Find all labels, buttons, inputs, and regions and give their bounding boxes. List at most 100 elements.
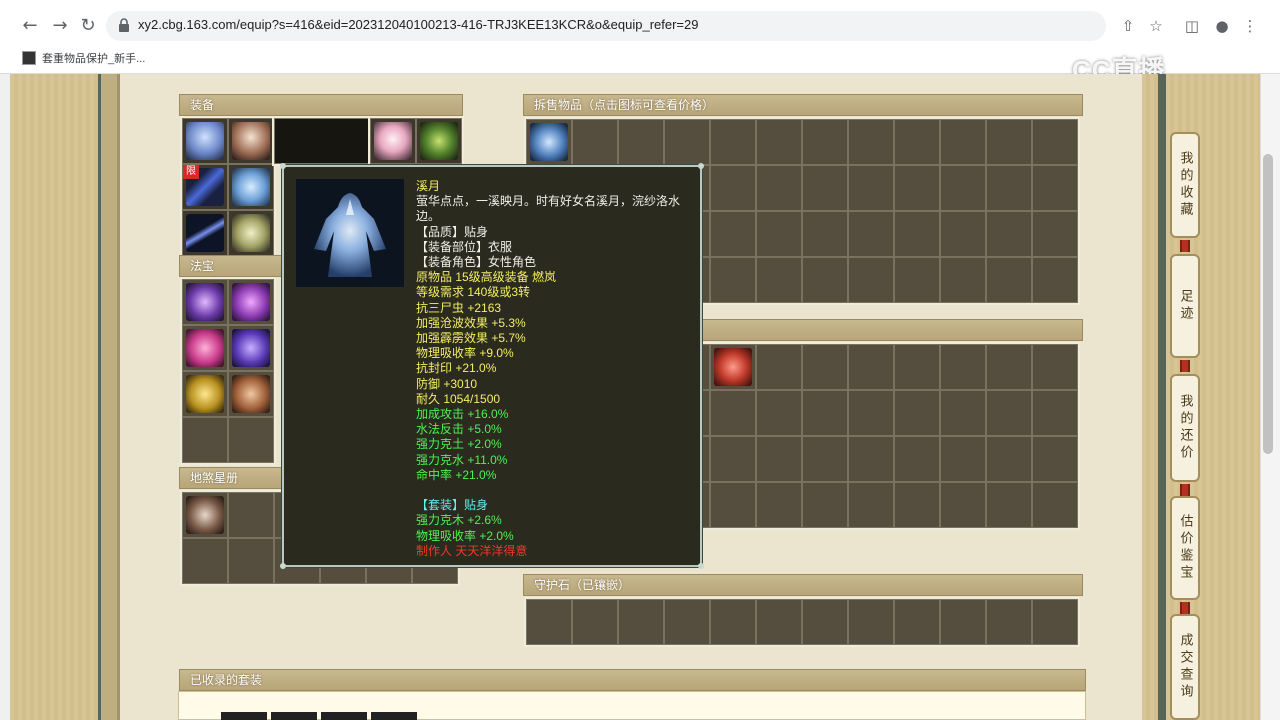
item-slot[interactable] <box>756 165 802 211</box>
staff-item-icon[interactable] <box>530 123 568 161</box>
item-slot[interactable] <box>710 482 756 528</box>
side-tab-appraisal[interactable]: 估价鉴宝 <box>1170 496 1200 600</box>
fabao-slot[interactable] <box>228 325 274 371</box>
item-slot[interactable] <box>848 344 894 390</box>
side-tab-deals[interactable]: 成交查询 <box>1170 614 1200 720</box>
suit-thumb[interactable] <box>321 712 367 720</box>
disha-slot[interactable] <box>182 538 228 584</box>
item-slot[interactable] <box>756 599 802 645</box>
item-slot[interactable] <box>894 211 940 257</box>
equip-slot[interactable] <box>416 118 462 164</box>
fabao-item-icon[interactable] <box>232 329 270 367</box>
necklace-item-icon[interactable] <box>232 122 270 160</box>
fabao-item-icon[interactable] <box>186 375 224 413</box>
item-slot[interactable] <box>894 599 940 645</box>
item-slot[interactable] <box>894 119 940 165</box>
boots-item-icon[interactable] <box>232 214 270 252</box>
item-slot[interactable] <box>1032 344 1078 390</box>
item-slot[interactable] <box>986 119 1032 165</box>
sidepanel-icon[interactable]: ◫ <box>1180 14 1204 38</box>
star-icon[interactable]: ☆ <box>1144 14 1168 38</box>
item-slot[interactable] <box>756 390 802 436</box>
red-orb-item-icon[interactable] <box>714 348 752 386</box>
item-slot[interactable] <box>710 390 756 436</box>
equip-slot[interactable] <box>182 118 228 164</box>
item-slot[interactable] <box>756 436 802 482</box>
item-slot[interactable] <box>848 599 894 645</box>
item-slot[interactable] <box>572 119 618 165</box>
suit-thumb[interactable] <box>371 712 417 720</box>
item-slot[interactable] <box>986 344 1032 390</box>
equip-slot[interactable] <box>228 164 274 210</box>
disha-slot[interactable] <box>228 538 274 584</box>
fabao-slot[interactable] <box>182 325 228 371</box>
item-slot[interactable] <box>802 344 848 390</box>
item-slot[interactable] <box>894 482 940 528</box>
equip-slot[interactable] <box>182 210 228 256</box>
item-slot[interactable] <box>710 165 756 211</box>
item-slot[interactable] <box>894 390 940 436</box>
fabao-slot[interactable] <box>182 371 228 417</box>
item-slot[interactable] <box>710 436 756 482</box>
item-slot[interactable] <box>986 482 1032 528</box>
item-slot[interactable] <box>894 436 940 482</box>
item-slot[interactable] <box>710 599 756 645</box>
item-slot[interactable] <box>802 436 848 482</box>
item-slot[interactable] <box>802 165 848 211</box>
item-slot[interactable] <box>802 599 848 645</box>
item-slot[interactable] <box>1032 390 1078 436</box>
item-slot[interactable] <box>848 211 894 257</box>
equip-slot[interactable]: 限 <box>182 164 228 210</box>
hat-item-icon[interactable] <box>186 122 224 160</box>
equip-slot[interactable] <box>370 118 416 164</box>
item-slot[interactable] <box>1032 482 1078 528</box>
address-bar[interactable]: xy2.cbg.163.com/equip?s=416&eid=20231204… <box>106 11 1106 41</box>
side-tab-bargain[interactable]: 我的还价 <box>1170 374 1200 482</box>
item-slot[interactable] <box>664 599 710 645</box>
side-tab-footprint[interactable]: 足迹 <box>1170 254 1200 358</box>
profile-icon[interactable]: ● <box>1210 14 1234 38</box>
item-slot[interactable] <box>940 599 986 645</box>
item-slot[interactable] <box>1032 119 1078 165</box>
fabao-slot[interactable] <box>182 417 228 463</box>
item-slot[interactable] <box>618 119 664 165</box>
robe-item-icon[interactable] <box>232 168 270 206</box>
item-slot[interactable] <box>848 257 894 303</box>
item-slot[interactable] <box>848 119 894 165</box>
item-slot[interactable] <box>986 599 1032 645</box>
item-slot[interactable] <box>940 257 986 303</box>
fabao-slot[interactable] <box>228 279 274 325</box>
item-slot[interactable] <box>848 482 894 528</box>
item-slot[interactable] <box>986 436 1032 482</box>
item-slot[interactable] <box>802 211 848 257</box>
disha-slot[interactable] <box>182 492 228 538</box>
item-slot[interactable] <box>848 436 894 482</box>
sword-item-icon[interactable] <box>186 214 224 252</box>
item-slot[interactable] <box>1032 257 1078 303</box>
fabao-item-icon[interactable] <box>186 329 224 367</box>
share-icon[interactable]: ⇧ <box>1116 14 1140 38</box>
star-card-icon[interactable] <box>186 496 224 534</box>
item-slot[interactable] <box>1032 165 1078 211</box>
item-slot[interactable] <box>940 344 986 390</box>
fabao-slot[interactable] <box>182 279 228 325</box>
item-slot[interactable] <box>940 482 986 528</box>
item-slot[interactable] <box>802 257 848 303</box>
item-slot[interactable] <box>986 257 1032 303</box>
item-slot[interactable] <box>986 211 1032 257</box>
disha-slot[interactable] <box>228 492 274 538</box>
suit-thumb[interactable] <box>221 712 267 720</box>
item-slot[interactable] <box>802 119 848 165</box>
item-slot[interactable] <box>940 119 986 165</box>
item-slot[interactable] <box>1032 599 1078 645</box>
item-slot[interactable] <box>940 211 986 257</box>
forward-icon[interactable]: → <box>48 14 72 38</box>
item-slot[interactable] <box>894 344 940 390</box>
item-slot[interactable] <box>848 165 894 211</box>
item-slot[interactable] <box>1032 436 1078 482</box>
fabao-item-icon[interactable] <box>186 283 224 321</box>
item-slot[interactable] <box>802 390 848 436</box>
item-slot[interactable] <box>1032 211 1078 257</box>
bookmark-item[interactable]: 套重物品保护_新手... <box>22 50 145 66</box>
item-slot[interactable] <box>940 165 986 211</box>
